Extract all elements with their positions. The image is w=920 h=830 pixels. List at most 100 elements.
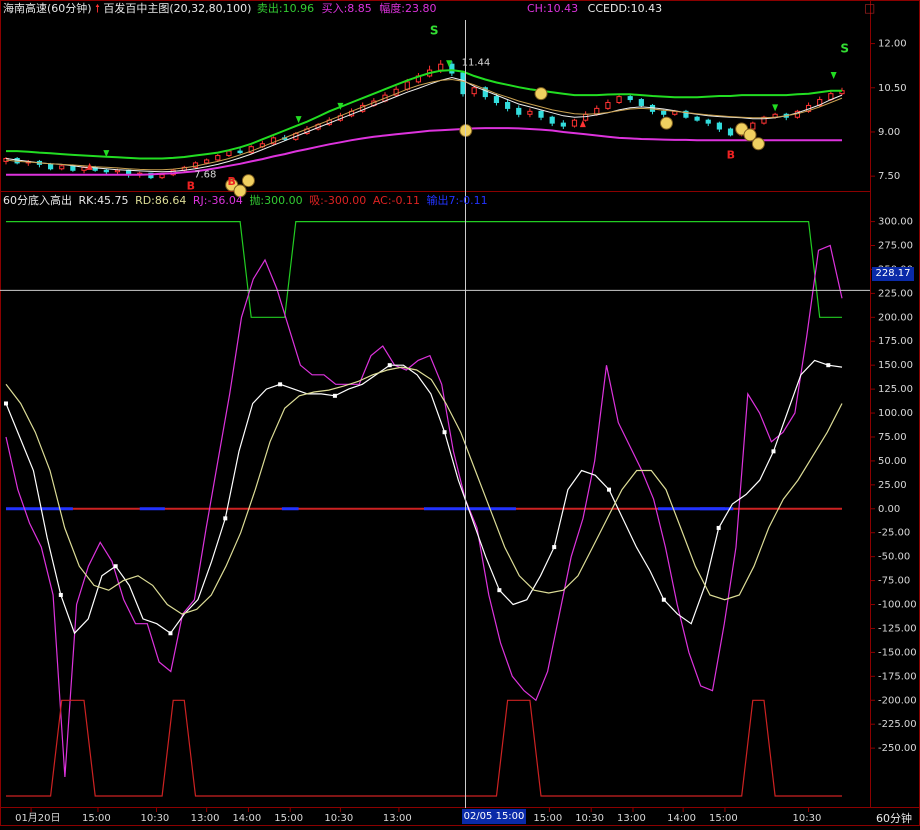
candle-body xyxy=(159,174,165,179)
rk-marker xyxy=(223,516,228,521)
indicator-tick-label: 275.00 xyxy=(878,241,913,252)
sell-arrow-icon xyxy=(295,116,302,124)
indicator-tick-label: 225.00 xyxy=(878,288,913,299)
sell-arrow-icon xyxy=(772,104,779,112)
range-value: 幅度:23.80 xyxy=(379,2,437,15)
candle-body xyxy=(605,102,611,109)
indicator-tick-label: -75.00 xyxy=(878,576,910,587)
indicator-tick-label: -50.00 xyxy=(878,552,910,563)
rk-marker xyxy=(332,393,337,398)
indicator-name: 百发百中主图(20,32,80,100) xyxy=(103,2,252,15)
ch-value: CH:10.43 xyxy=(527,2,579,15)
candle-body xyxy=(616,96,622,103)
candle-body xyxy=(516,107,522,115)
price-tick-label: 10.50 xyxy=(878,83,907,94)
crosshair-time-badge: 02/05 15:00 xyxy=(462,809,526,824)
rk-marker xyxy=(607,487,612,492)
indicator-tick-label: 0.00 xyxy=(878,504,900,515)
indicator-tick-label: 200.00 xyxy=(878,312,913,323)
indicator-tick-label: -125.00 xyxy=(878,623,917,634)
candle-body xyxy=(560,122,566,127)
time-tick-label: 15:00 xyxy=(709,813,738,824)
candle-body xyxy=(460,72,466,95)
indicator-line-white xyxy=(5,359,843,635)
xi-value: 吸:-300.00 xyxy=(309,194,367,207)
rk-marker xyxy=(497,588,502,593)
candle-body xyxy=(583,113,589,121)
top-price-pane: 12.0010.509.007.507.6811.44SSB BB xyxy=(3,24,907,198)
candle-body xyxy=(538,110,544,118)
candle-body xyxy=(449,63,455,74)
candle-body xyxy=(727,128,734,136)
time-tick-label: 14:00 xyxy=(232,813,261,824)
price-tick-label: 12.00 xyxy=(878,39,907,50)
sell-signal-label: S xyxy=(840,41,849,55)
smiley-icon xyxy=(534,87,548,101)
smiley-icon xyxy=(241,174,255,188)
indicator-tick-label: 150.00 xyxy=(878,360,913,371)
indicator-tick-label: 125.00 xyxy=(878,384,913,395)
candle-body xyxy=(103,169,109,173)
tao-value: 抛:300.00 xyxy=(249,194,303,207)
top-header: 海南高速(60分钟) 🠕 百发百中主图(20,32,80,100) 卖出:10.… xyxy=(3,2,437,16)
indicator-tick-label: -200.00 xyxy=(878,695,917,706)
candle-body xyxy=(694,116,700,121)
indicator-tick-label: 175.00 xyxy=(878,336,913,347)
time-tick-label: 15:00 xyxy=(274,813,303,824)
lower-header: 60分底入高出 RK:45.75 RD:86.64 RJ:-36.04 抛:30… xyxy=(3,194,488,208)
time-tick-label: 10:30 xyxy=(575,813,604,824)
candle-body xyxy=(70,165,76,171)
time-tick-label: 14:00 xyxy=(667,813,696,824)
candle-body xyxy=(716,122,722,130)
candle-body xyxy=(549,116,555,124)
time-tick-label: 10:30 xyxy=(793,813,822,824)
indicator-tick-label: -150.00 xyxy=(878,647,917,658)
price-line-khaki xyxy=(5,78,843,171)
time-tick-label: 13:00 xyxy=(191,813,220,824)
indicator-tick-label: 50.00 xyxy=(878,456,907,467)
rk-marker xyxy=(826,363,831,368)
buy-signal-label: B xyxy=(727,148,735,161)
buy-value: 买入:8.85 xyxy=(321,2,372,15)
candle-body xyxy=(215,155,221,161)
indicator-line-khaki xyxy=(5,366,843,615)
smiley-icon xyxy=(659,116,673,130)
rk-value: RK:45.75 xyxy=(78,194,129,207)
indicator-tick-label: -225.00 xyxy=(878,719,917,730)
candle-body xyxy=(404,81,410,90)
indicator-tick-label: 25.00 xyxy=(878,480,907,491)
rk-marker xyxy=(716,525,721,530)
time-tick-label: 10:30 xyxy=(324,813,353,824)
candle-body xyxy=(705,119,711,124)
chart-window: 12.00 10.50 9.00 7.50 7.68 11.44 S S B B B 300.00 27… xyxy=(0,0,920,826)
rk-marker xyxy=(113,564,118,569)
rk-marker xyxy=(58,592,63,597)
candle-body xyxy=(638,99,644,106)
indicator-tick-label: 100.00 xyxy=(878,408,913,419)
price-tick-label: 9.00 xyxy=(878,127,900,138)
crosshair-value-badge: 228.17 xyxy=(872,267,914,281)
rk-marker xyxy=(661,597,666,602)
candle-body xyxy=(661,110,667,115)
candle-body xyxy=(47,163,54,170)
close-icon[interactable]: □ xyxy=(864,1,875,15)
up-arrow-icon: 🠕 xyxy=(95,2,100,15)
stock-title: 海南高速(60分钟) xyxy=(3,2,92,15)
time-tick-label: 15:00 xyxy=(82,813,111,824)
candle-body xyxy=(505,102,511,109)
rj-value: RJ:-36.04 xyxy=(192,194,243,207)
rk-marker xyxy=(771,449,776,454)
lower-title: 60分底入高出 xyxy=(3,194,72,207)
indicator-line-green xyxy=(6,221,842,318)
rk-marker xyxy=(168,631,173,636)
time-tick-label: 01月20日 xyxy=(15,812,60,824)
time-tick-label: 13:00 xyxy=(617,813,646,824)
indicator-line-magenta xyxy=(5,244,843,777)
rk-marker xyxy=(4,401,8,406)
time-tick-label: 15:00 xyxy=(533,813,562,824)
indicator-tick-label: -250.00 xyxy=(878,743,917,754)
candle-body xyxy=(204,159,210,164)
chart-canvas[interactable]: 12.0010.509.007.507.6811.44SSB BB300.0027… xyxy=(0,0,920,826)
candle-body xyxy=(750,122,756,130)
candle-body xyxy=(571,119,578,127)
